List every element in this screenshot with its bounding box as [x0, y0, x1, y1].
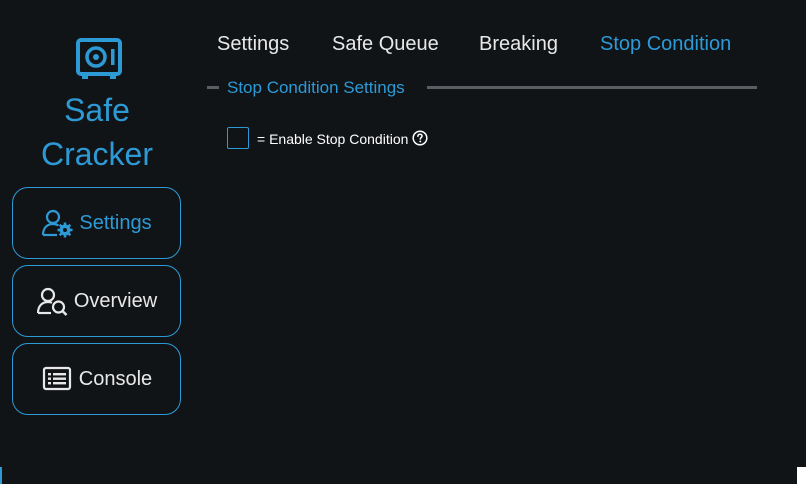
tab-safe-queue[interactable]: Safe Queue [332, 33, 439, 56]
list-icon [41, 364, 73, 394]
user-gear-icon [41, 208, 73, 238]
app-title-line2: Cracker [40, 136, 153, 172]
enable-stop-condition-label: = Enable Stop Condition [257, 131, 409, 147]
tab-breaking[interactable]: Breaking [479, 33, 558, 56]
sidebar-item-label: Settings [79, 211, 152, 234]
app-title-line1: Safe [64, 92, 130, 128]
enable-stop-condition-checkbox[interactable] [227, 127, 249, 149]
tab-stop-condition[interactable]: Stop Condition [600, 33, 731, 56]
sidebar-item-overview[interactable]: Overview [12, 265, 181, 337]
app-window: Safe Cracker Settings Overview Console S… [0, 0, 806, 484]
sidebar-item-label: Overview [73, 289, 158, 312]
tab-settings[interactable]: Settings [217, 33, 289, 56]
sidebar-item-label: Console [78, 367, 153, 390]
sidebar-item-console[interactable]: Console [12, 343, 181, 415]
section-divider-right [427, 86, 757, 89]
sidebar-item-settings[interactable]: Settings [12, 187, 181, 259]
safe-icon [76, 38, 122, 80]
section-title: Stop Condition Settings [227, 78, 405, 97]
window-corner-marker [797, 467, 806, 484]
user-search-icon [36, 286, 68, 316]
app-title: Safe Cracker [12, 88, 182, 176]
window-edge-marker [0, 467, 2, 484]
help-circle-icon[interactable] [412, 130, 428, 146]
section-divider-left [207, 86, 219, 89]
